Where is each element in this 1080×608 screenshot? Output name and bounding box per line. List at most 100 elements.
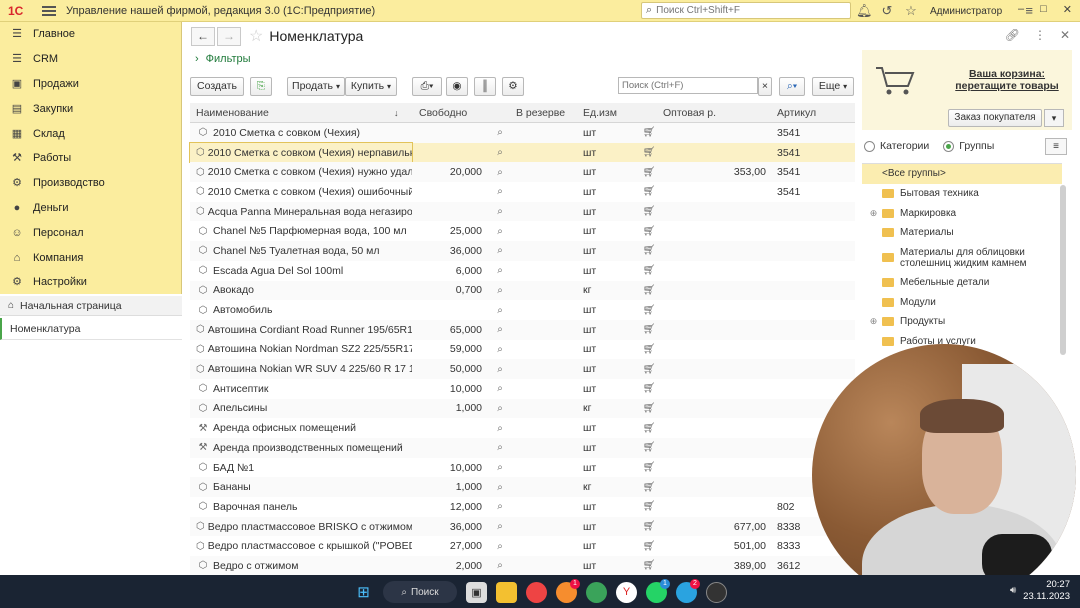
print-icon[interactable]: ⎙▾ <box>412 77 442 96</box>
sidebar-item-personnel[interactable]: ☺ Персонал <box>0 220 181 245</box>
close-form-icon[interactable]: ✕ <box>1060 28 1070 42</box>
maximize-icon[interactable]: □ <box>1040 3 1047 16</box>
global-search-input[interactable] <box>656 5 837 16</box>
table-row[interactable]: ⚒ Аренда производственных помещений ⌕ шт 🛒︎ <box>190 438 855 458</box>
expand-plus-icon[interactable]: ⊕ <box>869 316 878 327</box>
table-row[interactable]: ⚒ Аренда офисных помещений ⌕ шт 🛒︎ <box>190 418 855 438</box>
reserve-search-icon[interactable]: ⌕ <box>493 167 507 178</box>
add-to-cart-icon[interactable]: 🛒︎ <box>642 344 656 355</box>
add-to-cart-icon[interactable]: 🛒︎ <box>642 226 656 237</box>
eye-icon[interactable]: ◉ <box>446 77 468 96</box>
tree-menu-icon[interactable]: ≡ <box>1045 138 1067 155</box>
sidebar-item-crm[interactable]: ☰ CRM <box>0 47 181 72</box>
add-to-cart-icon[interactable]: 🛒︎ <box>642 147 656 158</box>
green-app-icon[interactable] <box>586 581 607 603</box>
sell-button[interactable]: Продать ▾ <box>287 77 345 96</box>
reserve-search-icon[interactable]: ⌕ <box>493 521 507 532</box>
add-to-cart-icon[interactable]: 🛒︎ <box>642 541 656 552</box>
reserve-search-icon[interactable]: ⌕ <box>493 245 507 256</box>
yandex-icon[interactable]: 1 <box>556 578 580 603</box>
tree-node[interactable]: ⊕ Продукты <box>862 312 1062 332</box>
obs-icon[interactable] <box>706 581 727 603</box>
create-button[interactable]: Создать <box>190 77 244 96</box>
sort-desc-icon[interactable]: ↓ <box>394 108 399 118</box>
add-to-cart-icon[interactable]: 🛒︎ <box>642 501 656 512</box>
table-row[interactable]: ⬡ 2010 Сметка с совком (Чехия) нужно удал… <box>190 162 855 183</box>
reserve-search-icon[interactable]: ⌕ <box>493 383 507 394</box>
user-name[interactable]: Администратор <box>930 6 1002 17</box>
reserve-search-icon[interactable]: ⌕ <box>493 324 507 335</box>
cart-area[interactable]: Ваша корзина: перетащите товары Заказ по… <box>862 50 1072 130</box>
tree-node[interactable]: ⊕ Маркировка <box>862 203 1062 223</box>
add-to-cart-icon[interactable]: 🛒︎ <box>642 245 656 256</box>
more-button[interactable]: Еще ▾ <box>812 77 854 96</box>
column-header-reserved[interactable]: В резерве <box>516 107 565 119</box>
add-to-cart-icon[interactable]: 🛒︎ <box>642 305 656 316</box>
global-search[interactable]: ⌕ <box>641 2 851 19</box>
reserve-search-icon[interactable]: ⌕ <box>493 423 507 434</box>
table-row[interactable]: ⬡ Антисептик 10,000 ⌕ шт 🛒︎ <box>190 379 855 399</box>
volume-icon[interactable]: 🔊︎ <box>1010 585 1016 596</box>
add-to-cart-icon[interactable]: 🛒︎ <box>642 482 656 493</box>
add-to-cart-icon[interactable]: 🛒︎ <box>642 560 656 571</box>
bell-icon[interactable]: 🔔︎ <box>856 4 873 18</box>
task-view-icon[interactable]: ▣ <box>466 581 487 603</box>
link-icon[interactable]: 🔗︎ <box>1005 28 1020 42</box>
table-row[interactable]: ⬡ Ведро пластмассовое BRISKO с отжимом (.… <box>190 516 855 537</box>
table-row[interactable]: ⬡ 2010 Сметка с совком (Чехия) нерпавильн… <box>189 142 855 164</box>
settings-gear-icon[interactable]: ⚙ <box>502 77 524 96</box>
sidebar-item-settings[interactable]: ⚙ Настройки <box>0 270 181 295</box>
reserve-search-icon[interactable]: ⌕ <box>493 265 507 276</box>
main-menu-icon[interactable] <box>42 5 56 16</box>
sidebar-item-sales[interactable]: ▣ Продажи <box>0 72 181 97</box>
add-to-cart-icon[interactable]: 🛒︎ <box>642 462 656 473</box>
tree-node[interactable]: Мебельные детали <box>862 273 1062 293</box>
reserve-search-icon[interactable]: ⌕ <box>493 541 507 552</box>
add-to-cart-icon[interactable]: 🛒︎ <box>642 383 656 394</box>
list-search-input[interactable] <box>618 77 758 94</box>
table-row[interactable]: ⬡ Escada Agua Del Sol 100ml 6,000 ⌕ шт 🛒︎ <box>190 261 855 281</box>
column-header-name[interactable]: Наименование <box>196 107 269 119</box>
copy-icon[interactable]: ⎘ <box>250 77 272 96</box>
clock[interactable]: 20:27 23.11.2023 <box>1023 579 1070 603</box>
radio-groups[interactable] <box>943 140 955 152</box>
back-button[interactable]: ← <box>191 26 215 46</box>
tree-node[interactable]: <Все группы> <box>862 164 1062 184</box>
reserve-search-icon[interactable]: ⌕ <box>493 462 507 473</box>
table-row[interactable]: ⬡ Автошина Nokian WR SUV 4 225/60 R 17 1.… <box>190 359 855 379</box>
table-row[interactable]: ⬡ 2010 Сметка с совком (Чехия) ⌕ шт 🛒︎ 3541 <box>190 123 855 143</box>
reserve-search-icon[interactable]: ⌕ <box>493 147 507 158</box>
table-row[interactable]: ⬡ Ведро с отжимом 2,000 ⌕ шт 🛒︎ 389,00 3612 <box>190 556 855 576</box>
search-icon-button[interactable]: ⌕▾ <box>779 77 805 96</box>
table-row[interactable]: ⬡ Автошина Cordiant Road Runner 195/65R15… <box>190 319 855 340</box>
home-page-link[interactable]: ⌂ Начальная страница <box>0 296 182 316</box>
reserve-search-icon[interactable]: ⌕ <box>493 186 507 197</box>
add-to-cart-icon[interactable]: 🛒︎ <box>642 324 656 335</box>
column-header-article[interactable]: Артикул <box>777 107 816 119</box>
taskbar-search[interactable]: ⌕ Поиск <box>383 581 457 603</box>
open-window-nomenclature[interactable]: Номенклатура <box>0 318 182 340</box>
radio-groups-label[interactable]: Группы <box>959 140 994 152</box>
minimize-icon[interactable]: – <box>1018 3 1024 16</box>
sidebar-item-main[interactable]: ☰ Главное <box>0 22 181 47</box>
add-to-cart-icon[interactable]: 🛒︎ <box>642 167 656 178</box>
reserve-search-icon[interactable]: ⌕ <box>493 442 507 453</box>
customer-order-button[interactable]: Заказ покупателя <box>948 109 1042 127</box>
tree-node[interactable]: Бытовая техника <box>862 184 1062 204</box>
reserve-search-icon[interactable]: ⌕ <box>493 364 507 375</box>
table-row[interactable]: ⬡ Chanel №5 Туалетная вода, 50 мл 36,000 ⌕ ш… <box>190 241 855 261</box>
sidebar-item-purchases[interactable]: ▤ Закупки <box>0 96 181 121</box>
buy-button[interactable]: Купить ▾ <box>345 77 397 96</box>
clear-search-button[interactable]: × <box>758 77 772 96</box>
add-to-cart-icon[interactable]: 🛒︎ <box>642 521 656 532</box>
forward-button[interactable]: → <box>217 26 241 46</box>
add-to-cart-icon[interactable]: 🛒︎ <box>642 186 656 197</box>
reserve-search-icon[interactable]: ⌕ <box>493 560 507 571</box>
add-to-cart-icon[interactable]: 🛒︎ <box>642 265 656 276</box>
add-to-cart-icon[interactable]: 🛒︎ <box>642 403 656 414</box>
table-row[interactable]: ⬡ БАД №1 10,000 ⌕ шт 🛒︎ <box>190 458 855 478</box>
telegram-icon[interactable]: 2 <box>676 578 700 603</box>
favorite-star-icon[interactable]: ☆ <box>249 26 263 46</box>
table-row[interactable]: ⬡ Апельсины 1,000 ⌕ кг 🛒︎ <box>190 398 855 419</box>
more-vertical-icon[interactable]: ⋮ <box>1034 28 1046 42</box>
